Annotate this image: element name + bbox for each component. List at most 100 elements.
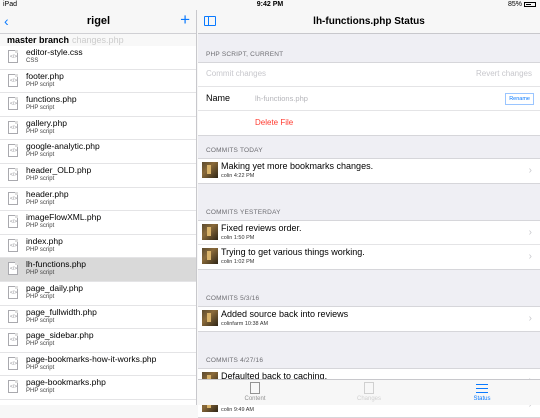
file-type: PHP script: [26, 152, 55, 159]
plus-icon[interactable]: +: [180, 11, 190, 29]
file-type: PHP script: [26, 341, 55, 348]
file-name: imageFlowXML.php: [26, 212, 102, 223]
file-icon: </>: [8, 356, 18, 370]
rename-button[interactable]: Rename: [505, 93, 534, 105]
file-icon: </>: [8, 144, 18, 158]
scrolled-file-name: changes.php: [72, 35, 124, 45]
avatar: [202, 248, 218, 264]
tab-status[interactable]: Status: [452, 382, 512, 402]
commit-meta: colin 1:02 PM: [221, 259, 255, 265]
file-type: CSS: [26, 58, 39, 64]
file-icon: </>: [8, 50, 18, 63]
file-type: PHP script: [26, 364, 55, 371]
tab-label: Changes: [356, 396, 382, 402]
file-row[interactable]: </> imageFlowXML.php PHP script: [0, 211, 196, 235]
file-name: index.php: [26, 235, 63, 246]
file-row[interactable]: </> page_sidebar.php PHP script: [0, 329, 196, 353]
commit-row[interactable]: Fixed reviews order. colin 1:50 PM ›: [198, 221, 540, 245]
file-row[interactable]: </> gallery.php PHP script: [0, 117, 196, 141]
file-name: page-bookmarks-how-it-works.php: [26, 353, 157, 364]
clock: 9:42 PM: [256, 1, 284, 8]
file-row[interactable]: </> footer.php PHP script: [0, 70, 196, 94]
commit-changes-button[interactable]: Commit changes: [206, 69, 266, 78]
file-icon: </>: [8, 120, 18, 134]
plus-document-icon: [364, 382, 374, 394]
file-row[interactable]: </> index.php PHP script: [0, 235, 196, 259]
status-header: lh-functions.php Status: [198, 10, 540, 34]
section-header-commits: COMMITS YESTERDAY: [206, 209, 281, 216]
battery-percent: 85%: [507, 1, 522, 8]
file-type: PHP script: [26, 199, 55, 206]
commit-row[interactable]: Added source back into reviews colinfarm …: [198, 307, 540, 331]
file-icon: </>: [8, 380, 18, 394]
commit-row[interactable]: Making yet more bookmarks changes. colin …: [198, 159, 540, 183]
file-list: </> editor-style.css CSS </> footer.php PHP s…: [0, 46, 196, 400]
file-type: PHP script: [26, 81, 55, 88]
commit-group: Added source back into reviews colinfarm …: [198, 306, 540, 332]
name-row: Name lh-functions.php Rename: [198, 87, 540, 111]
tab-changes[interactable]: Changes: [339, 382, 399, 402]
file-name: editor-style.css: [26, 47, 83, 57]
file-row[interactable]: </> page-bookmarks.php PHP script: [0, 376, 196, 400]
delete-file-button[interactable]: Delete File: [255, 118, 293, 127]
commit-row[interactable]: Trying to get various things working. col…: [198, 245, 540, 269]
file-row[interactable]: </> page_fullwidth.php PHP script: [0, 306, 196, 330]
commit-meta: colin 4:22 PM: [221, 173, 255, 179]
commit-meta: colinfarm 10:38 AM: [221, 321, 269, 327]
file-name: header_OLD.php: [26, 164, 92, 175]
file-icon: </>: [8, 215, 18, 229]
file-icon: </>: [8, 73, 18, 87]
commit-message: Trying to get various things working.: [221, 247, 365, 257]
revert-changes-button[interactable]: Revert changes: [476, 69, 532, 78]
file-icon: </>: [8, 285, 18, 299]
file-name: google-analytic.php: [26, 141, 100, 152]
name-label: Name: [206, 93, 231, 103]
chevron-right-icon: ›: [528, 251, 532, 262]
file-row[interactable]: </> functions.php PHP script: [0, 93, 196, 117]
file-type: PHP script: [26, 388, 55, 395]
file-row[interactable]: </> google-analytic.php PHP script: [0, 140, 196, 164]
file-type: PHP script: [26, 246, 55, 253]
tab-label: Status: [473, 396, 491, 402]
file-type: PHP script: [26, 105, 55, 112]
tab-content[interactable]: Content: [225, 382, 285, 402]
file-type: PHP script: [26, 270, 55, 277]
file-icon: </>: [8, 309, 18, 323]
file-row[interactable]: </> header.php PHP script: [0, 188, 196, 212]
name-field[interactable]: lh-functions.php: [255, 94, 308, 103]
commit-group: Fixed reviews order. colin 1:50 PM › Trying…: [198, 220, 540, 270]
tab-bar: Content Changes Status: [198, 379, 540, 405]
avatar: [202, 224, 218, 240]
file-icon: </>: [8, 333, 18, 347]
file-row[interactable]: </> header_OLD.php PHP script: [0, 164, 196, 188]
avatar: [202, 162, 218, 178]
chevron-right-icon: ›: [528, 227, 532, 238]
file-name: gallery.php: [26, 117, 67, 128]
file-name: header.php: [26, 188, 69, 199]
commit-meta: colin 1:50 PM: [221, 235, 255, 241]
repo-title: rigel: [86, 15, 111, 27]
commit-message: Making yet more bookmarks changes.: [221, 161, 374, 171]
avatar: [202, 310, 218, 326]
file-row[interactable]: </> editor-style.css CSS: [0, 46, 196, 70]
file-list-pane: ‹ rigel + master branch changes.php </> ed…: [0, 0, 197, 405]
delete-row: Delete File: [198, 111, 540, 135]
file-name: page_sidebar.php: [26, 330, 94, 341]
commit-message: Fixed reviews order.: [221, 223, 302, 233]
document-icon: [250, 382, 260, 394]
file-row[interactable]: </> lh-functions.php PHP script: [0, 258, 196, 282]
commit-revert-row: Commit changes Revert changes: [198, 63, 540, 87]
file-row[interactable]: </> page-bookmarks-how-it-works.php PHP sc…: [0, 353, 196, 377]
file-icon: </>: [8, 97, 18, 111]
file-name: page-bookmarks.php: [26, 377, 106, 388]
file-type: PHP script: [26, 128, 55, 135]
current-card: Commit changes Revert changes Name lh-fu…: [198, 62, 540, 136]
section-header-current: PHP SCRIPT, CURRENT: [206, 51, 284, 58]
file-icon: </>: [8, 167, 18, 181]
file-type: PHP script: [26, 293, 55, 300]
file-type: PHP script: [26, 175, 55, 182]
file-icon: </>: [8, 191, 18, 205]
file-row[interactable]: </> page_daily.php PHP script: [0, 282, 196, 306]
file-type: PHP script: [26, 223, 55, 230]
battery-indicator: 85%: [508, 1, 536, 8]
